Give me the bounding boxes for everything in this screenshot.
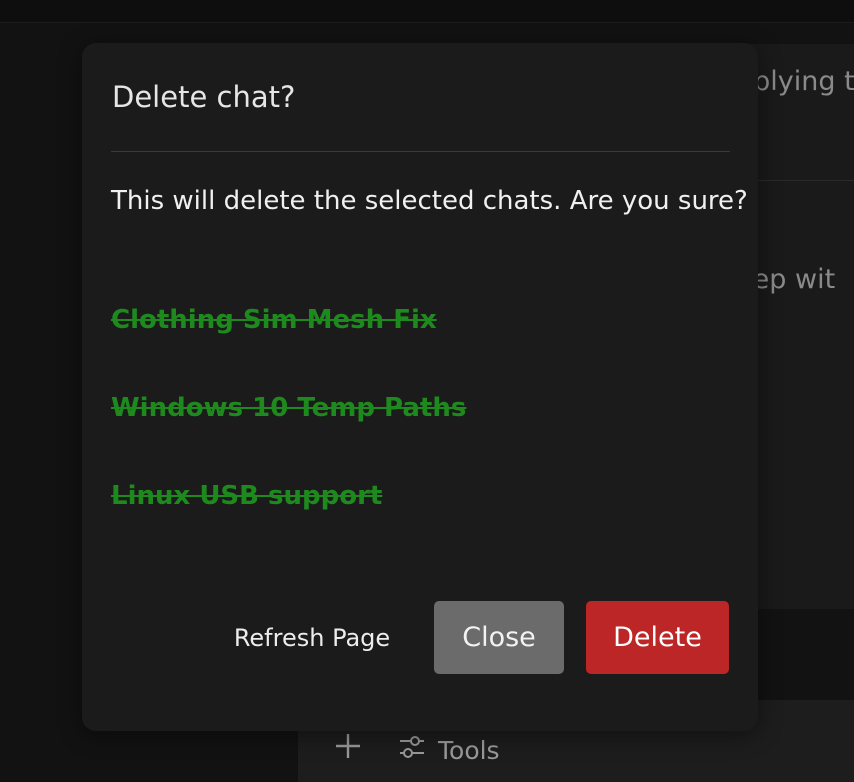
plus-icon[interactable] xyxy=(334,732,362,760)
close-button[interactable]: Close xyxy=(434,601,564,674)
selected-chat-item: Windows 10 Temp Paths xyxy=(111,393,467,423)
selected-chat-item: Clothing Sim Mesh Fix xyxy=(111,305,437,335)
top-bar xyxy=(0,0,854,23)
dialog-divider xyxy=(111,151,730,152)
refresh-page-button[interactable]: Refresh Page xyxy=(222,601,402,674)
tools-button[interactable]: Tools xyxy=(398,733,500,767)
tools-label: Tools xyxy=(438,735,500,765)
delete-button[interactable]: Delete xyxy=(586,601,729,674)
selected-chat-list: Clothing Sim Mesh Fix Windows 10 Temp Pa… xyxy=(111,305,466,569)
sliders-icon xyxy=(398,733,426,767)
dialog-message: This will delete the selected chats. Are… xyxy=(111,186,748,216)
dialog-title: Delete chat? xyxy=(112,80,296,114)
delete-chat-dialog: Delete chat? This will delete the select… xyxy=(82,43,758,731)
selected-chat-item: Linux USB support xyxy=(111,481,383,511)
app-window: pplying t step wit Tools Delete chat? Th… xyxy=(0,0,854,782)
